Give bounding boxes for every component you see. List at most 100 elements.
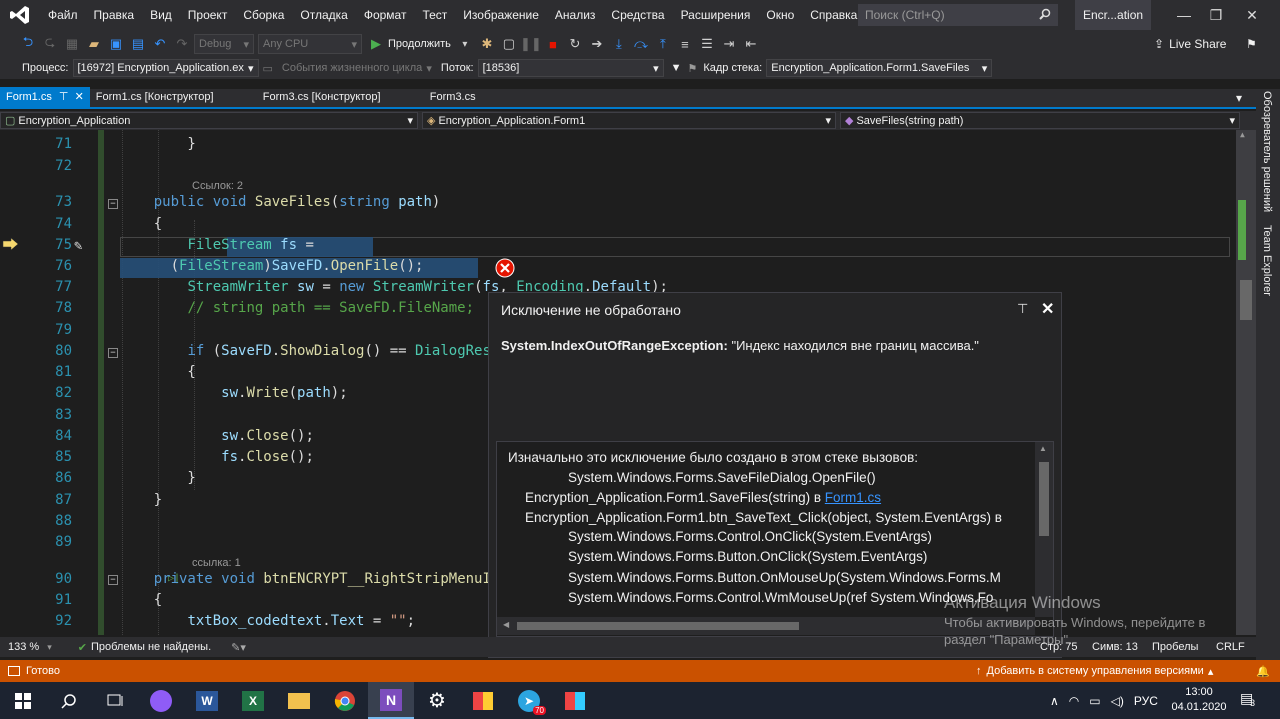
menu-file[interactable]: Файл	[40, 0, 86, 30]
team-explorer-tab[interactable]: Team Explorer	[1261, 225, 1273, 296]
lifecycle-combo[interactable]: События жизненного цикла ▾	[277, 59, 437, 77]
config-combo[interactable]: Debug ▾	[194, 34, 254, 54]
open-folder-icon[interactable]: ▰	[84, 34, 104, 54]
clock[interactable]: 13:00 04.01.2020	[1170, 685, 1228, 715]
outdent-icon[interactable]: ⇤	[741, 34, 761, 54]
scroll-thumb[interactable]	[1240, 280, 1252, 320]
collapse-icon[interactable]: −	[108, 575, 118, 585]
stack-source-link[interactable]: Form1.cs	[825, 490, 881, 505]
search-icon[interactable]	[46, 682, 92, 719]
pause-icon[interactable]: ❚❚	[520, 34, 542, 54]
menu-view[interactable]: Вид	[142, 0, 180, 30]
scroll-up-icon[interactable]: ▲	[1039, 444, 1047, 453]
feedback-icon[interactable]: ⚑	[1246, 37, 1257, 51]
editor-vertical-scrollbar[interactable]: ▲	[1236, 130, 1256, 635]
forward-icon[interactable]: ⮎	[40, 34, 60, 54]
redo-icon[interactable]: ↷	[172, 34, 192, 54]
codelens-references[interactable]: ссылка: 1	[192, 557, 241, 569]
telegram-icon[interactable]: ➤ 70	[506, 682, 552, 719]
notifications-icon[interactable]: ▤ 3	[1240, 690, 1255, 708]
project-combo[interactable]: ▢ Encryption_Application ▾	[0, 112, 418, 129]
hot-reload-icon[interactable]: ✱	[477, 34, 497, 54]
scroll-up-icon[interactable]: ▲	[1240, 130, 1245, 139]
add-source-control-button[interactable]: ↑ Добавить в систему управления версиями…	[976, 665, 1213, 678]
format-icon[interactable]: ≡	[675, 34, 695, 54]
menu-project[interactable]: Проект	[180, 0, 236, 30]
menu-analyze[interactable]: Анализ	[547, 0, 604, 30]
chevron-down-icon[interactable]: ▾	[47, 642, 52, 653]
maximize-icon[interactable]: ❐	[1200, 0, 1232, 30]
chevron-up-icon[interactable]: ∧	[1050, 694, 1059, 708]
visual-studio-logo-icon[interactable]	[0, 0, 40, 30]
wifi-icon[interactable]: ◠	[1069, 694, 1079, 708]
notification-bell-icon[interactable]: 🔔	[1256, 665, 1270, 678]
app-purple-icon[interactable]	[138, 682, 184, 719]
collapse-icon[interactable]: −	[108, 199, 118, 209]
codelens-references[interactable]: Ссылок: 2	[192, 180, 243, 192]
menu-window[interactable]: Окно	[758, 0, 802, 30]
screenshot-icon[interactable]: ▢	[499, 34, 519, 54]
undo-icon[interactable]: ↶	[150, 34, 170, 54]
tab-form1-designer[interactable]: Form1.cs [Конструктор]	[90, 87, 257, 107]
pin-icon[interactable]: ⊤	[1017, 301, 1028, 317]
minimize-icon[interactable]: —	[1168, 0, 1200, 30]
excel-icon[interactable]: X	[230, 682, 276, 719]
member-combo[interactable]: ◆ SaveFiles(string path) ▾	[840, 112, 1240, 129]
thread-combo[interactable]: [18536] ▾	[477, 59, 664, 77]
settings-gear-icon[interactable]: ⚙	[414, 682, 460, 719]
step-out-icon[interactable]: ⤒	[653, 34, 673, 54]
zoom-level[interactable]: 133 %	[8, 641, 39, 653]
stack-frame-combo[interactable]: Encryption_Application.Form1.SaveFiles ▾	[766, 59, 993, 77]
tab-form1-cs[interactable]: Form1.cs ⊤ ✕	[0, 87, 90, 107]
close-icon[interactable]: ✕	[75, 91, 84, 103]
indent-icon[interactable]: ⇥	[719, 34, 739, 54]
search-input[interactable]: Поиск (Ctrl+Q)	[858, 4, 1058, 26]
file-explorer-icon[interactable]	[276, 682, 322, 719]
comment-icon[interactable]: ☰	[697, 34, 717, 54]
menu-debug[interactable]: Отладка	[292, 0, 355, 30]
show-next-statement-icon[interactable]: ➔	[587, 34, 607, 54]
visual-studio-taskbar-icon[interactable]: N	[368, 682, 414, 719]
chevron-down-icon[interactable]: ▾	[455, 34, 475, 54]
flag-icon[interactable]: ⚑	[687, 62, 697, 75]
menu-format[interactable]: Формат	[356, 0, 415, 30]
tab-list-chevron-icon[interactable]: ▾	[1236, 91, 1242, 105]
class-combo[interactable]: ◈ Encryption_Application.Form1 ▾	[422, 112, 836, 129]
back-icon[interactable]: ⮌	[18, 34, 38, 54]
new-project-icon[interactable]: ▦	[62, 34, 82, 54]
app-window-icon-2[interactable]	[552, 682, 598, 719]
tab-form3-cs[interactable]: Form3.cs	[424, 87, 482, 107]
platform-combo[interactable]: Any CPU ▾	[258, 34, 362, 54]
tab-form3-designer[interactable]: Form3.cs [Конструктор]	[257, 87, 424, 107]
brush-icon[interactable]: ✎▾	[231, 641, 246, 654]
scroll-thumb[interactable]	[1039, 462, 1049, 536]
language-indicator[interactable]: РУС	[1134, 694, 1158, 708]
scroll-left-icon[interactable]: ◀	[503, 620, 509, 629]
close-icon[interactable]: ✕	[1236, 0, 1268, 30]
scroll-thumb[interactable]	[517, 622, 799, 630]
step-into-icon[interactable]: ⤓	[609, 34, 629, 54]
volume-icon[interactable]: ◁)	[1111, 694, 1124, 708]
solution-explorer-tab[interactable]: Обозреватель решений	[1261, 91, 1273, 212]
chrome-icon[interactable]	[322, 682, 368, 719]
laptop-icon[interactable]: ▭	[1089, 694, 1100, 708]
restart-icon[interactable]: ↻	[565, 34, 585, 54]
menu-test[interactable]: Тест	[414, 0, 455, 30]
save-icon[interactable]: ▣	[106, 34, 126, 54]
menu-image[interactable]: Изображение	[455, 0, 547, 30]
word-icon[interactable]: W	[184, 682, 230, 719]
problems-status[interactable]: Проблемы не найдены.	[91, 641, 211, 653]
step-over-icon[interactable]: ⤼	[631, 34, 651, 54]
filter-icon[interactable]: ▼	[671, 62, 682, 74]
pin-icon[interactable]: ⊤	[59, 91, 69, 103]
menu-build[interactable]: Сборка	[235, 0, 292, 30]
close-icon[interactable]: ✕	[1041, 299, 1054, 319]
menu-edit[interactable]: Правка	[86, 0, 143, 30]
menu-help[interactable]: Справка	[802, 0, 865, 30]
windows-start-icon[interactable]	[0, 682, 46, 719]
menu-tools[interactable]: Средства	[603, 0, 672, 30]
stack-vertical-scrollbar[interactable]: ▲	[1035, 442, 1053, 617]
app-window-icon[interactable]	[460, 682, 506, 719]
process-combo[interactable]: [16972] Encryption_Application.ex ▾	[72, 59, 259, 77]
save-all-icon[interactable]: ▤	[128, 34, 148, 54]
